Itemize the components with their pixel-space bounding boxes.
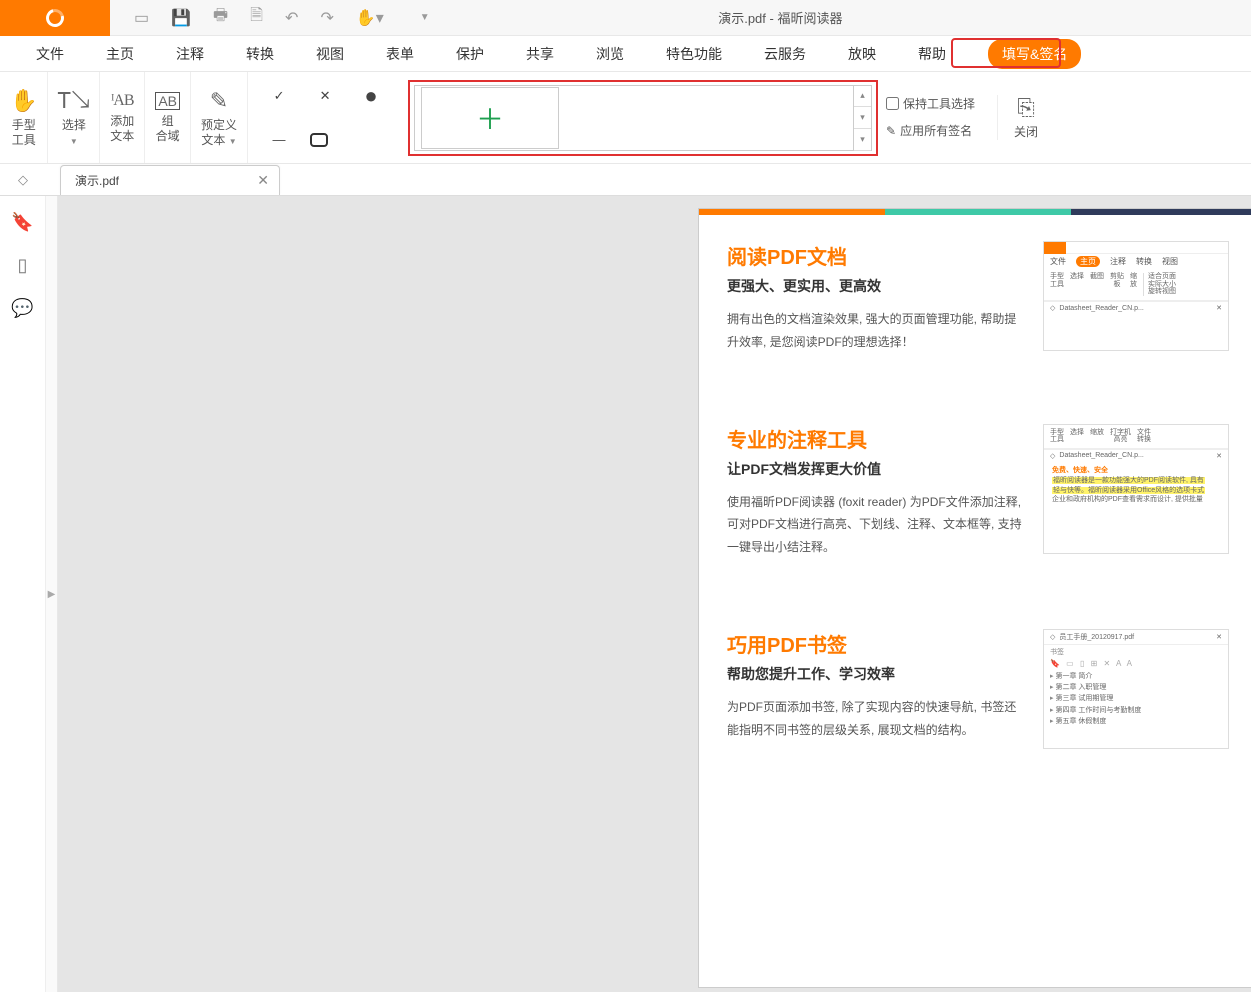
section-read: 阅读PDF文档 更强大、更实用、更高效 拥有出色的文档渲染效果, 强大的页面管理… bbox=[699, 215, 1251, 354]
section-body: 为PDF页面添加书签, 除了实现内容的快速导航, 书签还能指明不同书签的层级关系… bbox=[727, 696, 1025, 742]
mini-screenshot-bookmark: ◇员工手册_20120917.pdf✕ 书签 🔖 ▭ ▯ ⊞ ✕ A A 第一章… bbox=[1043, 629, 1229, 749]
bookmark-panel-icon[interactable]: 🔖 bbox=[11, 212, 33, 233]
pen-icon: ✎ bbox=[886, 124, 896, 138]
document-canvas[interactable]: 阅读PDF文档 更强大、更实用、更高效 拥有出色的文档渲染效果, 强大的页面管理… bbox=[58, 196, 1251, 992]
print-icon[interactable]: 🖶 bbox=[213, 4, 228, 31]
menu-comment[interactable]: 注释 bbox=[176, 44, 204, 64]
section-title: 专业的注释工具 bbox=[727, 424, 1025, 453]
x-mark-tool[interactable]: ✕ bbox=[310, 81, 340, 111]
check-mark-tool[interactable]: ✓ bbox=[264, 81, 294, 111]
add-text-icon: ᴵAB bbox=[111, 92, 133, 110]
signature-gallery: ＋ ▴▾▾ bbox=[414, 85, 872, 151]
rounded-rect-tool[interactable] bbox=[310, 133, 328, 147]
tool-combo-field[interactable]: AB 组 合域 bbox=[145, 72, 191, 163]
section-title: 巧用PDF书签 bbox=[727, 629, 1025, 658]
plus-icon: ＋ bbox=[476, 98, 504, 138]
close-fill-sign-button[interactable]: ⎘ 关闭 bbox=[997, 95, 1054, 139]
dot-tool[interactable]: ● bbox=[356, 81, 386, 111]
menu-home[interactable]: 主页 bbox=[106, 44, 134, 64]
menu-help[interactable]: 帮助 bbox=[918, 44, 946, 64]
predef-text-icon: ✎ bbox=[210, 88, 228, 114]
redo-icon[interactable]: ↷ bbox=[320, 8, 333, 28]
menu-form[interactable]: 表单 bbox=[386, 44, 414, 64]
gallery-scroll[interactable]: ▴▾▾ bbox=[853, 85, 871, 151]
menu-file[interactable]: 文件 bbox=[36, 44, 64, 64]
section-subtitle: 让PDF文档发挥更大价值 bbox=[727, 459, 1025, 479]
line-tool[interactable]: — bbox=[264, 125, 294, 155]
section-body: 拥有出色的文档渲染效果, 强大的页面管理功能, 帮助提升效率, 是您阅读PDF的… bbox=[727, 308, 1025, 354]
tool-select[interactable]: Ꭲ↘ 选择▼ bbox=[48, 72, 100, 163]
mini-screenshot-read: 文件主页注释转换视图 手型 工具选择截图剪贴 板缩 放 适合页面实际大小旋转视图… bbox=[1043, 241, 1229, 351]
ribbon: ✋ 手型 工具 Ꭲ↘ 选择▼ ᴵAB 添加 文本 AB 组 合域 ✎ 预定义 文… bbox=[0, 72, 1251, 164]
save-icon[interactable]: 💾 bbox=[171, 8, 191, 28]
section-annotate: 专业的注释工具 让PDF文档发挥更大价值 使用福昕PDF阅读器 (foxit r… bbox=[699, 398, 1251, 559]
menu-cloud[interactable]: 云服务 bbox=[764, 44, 806, 64]
menu-convert[interactable]: 转换 bbox=[246, 44, 274, 64]
menu-browse[interactable]: 浏览 bbox=[596, 44, 624, 64]
qat-dropdown-icon[interactable]: ▼ bbox=[420, 12, 430, 23]
hand-icon: ✋ bbox=[10, 88, 37, 114]
keep-tool-checkbox[interactable]: 保持工具选择 bbox=[886, 95, 975, 112]
menu-feature[interactable]: 特色功能 bbox=[666, 44, 722, 64]
eyedropper-icon[interactable]: ◇ bbox=[0, 164, 46, 195]
pages-panel-icon[interactable]: ▯ bbox=[18, 255, 28, 276]
section-title: 阅读PDF文档 bbox=[727, 241, 1025, 270]
tool-hand[interactable]: ✋ 手型 工具 bbox=[0, 72, 48, 163]
document-tab-label: 演示.pdf bbox=[75, 172, 119, 189]
open-icon[interactable]: ▭ bbox=[134, 8, 149, 28]
section-body: 使用福昕PDF阅读器 (foxit reader) 为PDF文件添加注释, 可对… bbox=[727, 491, 1025, 559]
menu-view[interactable]: 视图 bbox=[316, 44, 344, 64]
menu-bar: 文件 主页 注释 转换 视图 表单 保护 共享 浏览 特色功能 云服务 放映 帮… bbox=[0, 36, 1251, 72]
signature-gallery-highlight: ＋ ▴▾▾ bbox=[408, 80, 878, 156]
menu-fill-sign[interactable]: 填写&签名 bbox=[988, 39, 1081, 69]
document-tab[interactable]: 演示.pdf ✕ bbox=[60, 165, 280, 195]
apply-all-signatures-button[interactable]: ✎ 应用所有签名 bbox=[886, 122, 975, 139]
comments-panel-icon[interactable]: 💬 bbox=[11, 298, 33, 319]
window-title: 演示.pdf - 福昕阅读器 bbox=[430, 8, 1251, 27]
menu-share[interactable]: 共享 bbox=[526, 44, 554, 64]
pdf-page: 阅读PDF文档 更强大、更实用、更高效 拥有出色的文档渲染效果, 强大的页面管理… bbox=[698, 208, 1251, 988]
quick-access-toolbar: ▭ 💾 🖶 🗎 ↶ ↷ ✋▾ ▼ bbox=[110, 4, 430, 31]
new-file-icon[interactable]: 🗎 bbox=[250, 4, 263, 31]
title-bar: ▭ 💾 🖶 🗎 ↶ ↷ ✋▾ ▼ 演示.pdf - 福昕阅读器 bbox=[0, 0, 1251, 36]
section-bookmark: 巧用PDF书签 帮助您提升工作、学习效率 为PDF页面添加书签, 除了实现内容的… bbox=[699, 603, 1251, 749]
menu-protect[interactable]: 保护 bbox=[456, 44, 484, 64]
cursor-icon: Ꭲ↘ bbox=[58, 88, 89, 114]
exit-icon: ⎘ bbox=[1017, 95, 1035, 121]
close-tab-icon[interactable]: ✕ bbox=[257, 172, 269, 189]
menu-present[interactable]: 放映 bbox=[848, 44, 876, 64]
combo-field-icon: AB bbox=[155, 92, 180, 110]
section-subtitle: 更强大、更实用、更高效 bbox=[727, 276, 1025, 296]
hand-qat-icon[interactable]: ✋▾ bbox=[356, 8, 384, 28]
app-logo bbox=[0, 0, 110, 36]
document-tab-strip: ◇ 演示.pdf ✕ bbox=[0, 164, 1251, 196]
undo-icon[interactable]: ↶ bbox=[285, 8, 298, 28]
navigation-panel: 🔖 ▯ 💬 bbox=[0, 196, 46, 992]
add-signature-button[interactable]: ＋ bbox=[421, 87, 559, 149]
section-subtitle: 帮助您提升工作、学习效率 bbox=[727, 664, 1025, 684]
panel-collapse-handle[interactable]: ▶ bbox=[46, 196, 58, 992]
tool-add-text[interactable]: ᴵAB 添加 文本 bbox=[100, 72, 145, 163]
workspace: 🔖 ▯ 💬 ▶ 阅读PDF文档 更强大、更实用、更高效 拥有出色的文档渲染效果,… bbox=[0, 196, 1251, 992]
mini-screenshot-annotate: 手型 工具选择缩放打字机 高亮文件 转换 ◇Datasheet_Reader_C… bbox=[1043, 424, 1229, 554]
tool-predefined-text[interactable]: ✎ 预定义 文本 ▼ bbox=[191, 72, 248, 163]
